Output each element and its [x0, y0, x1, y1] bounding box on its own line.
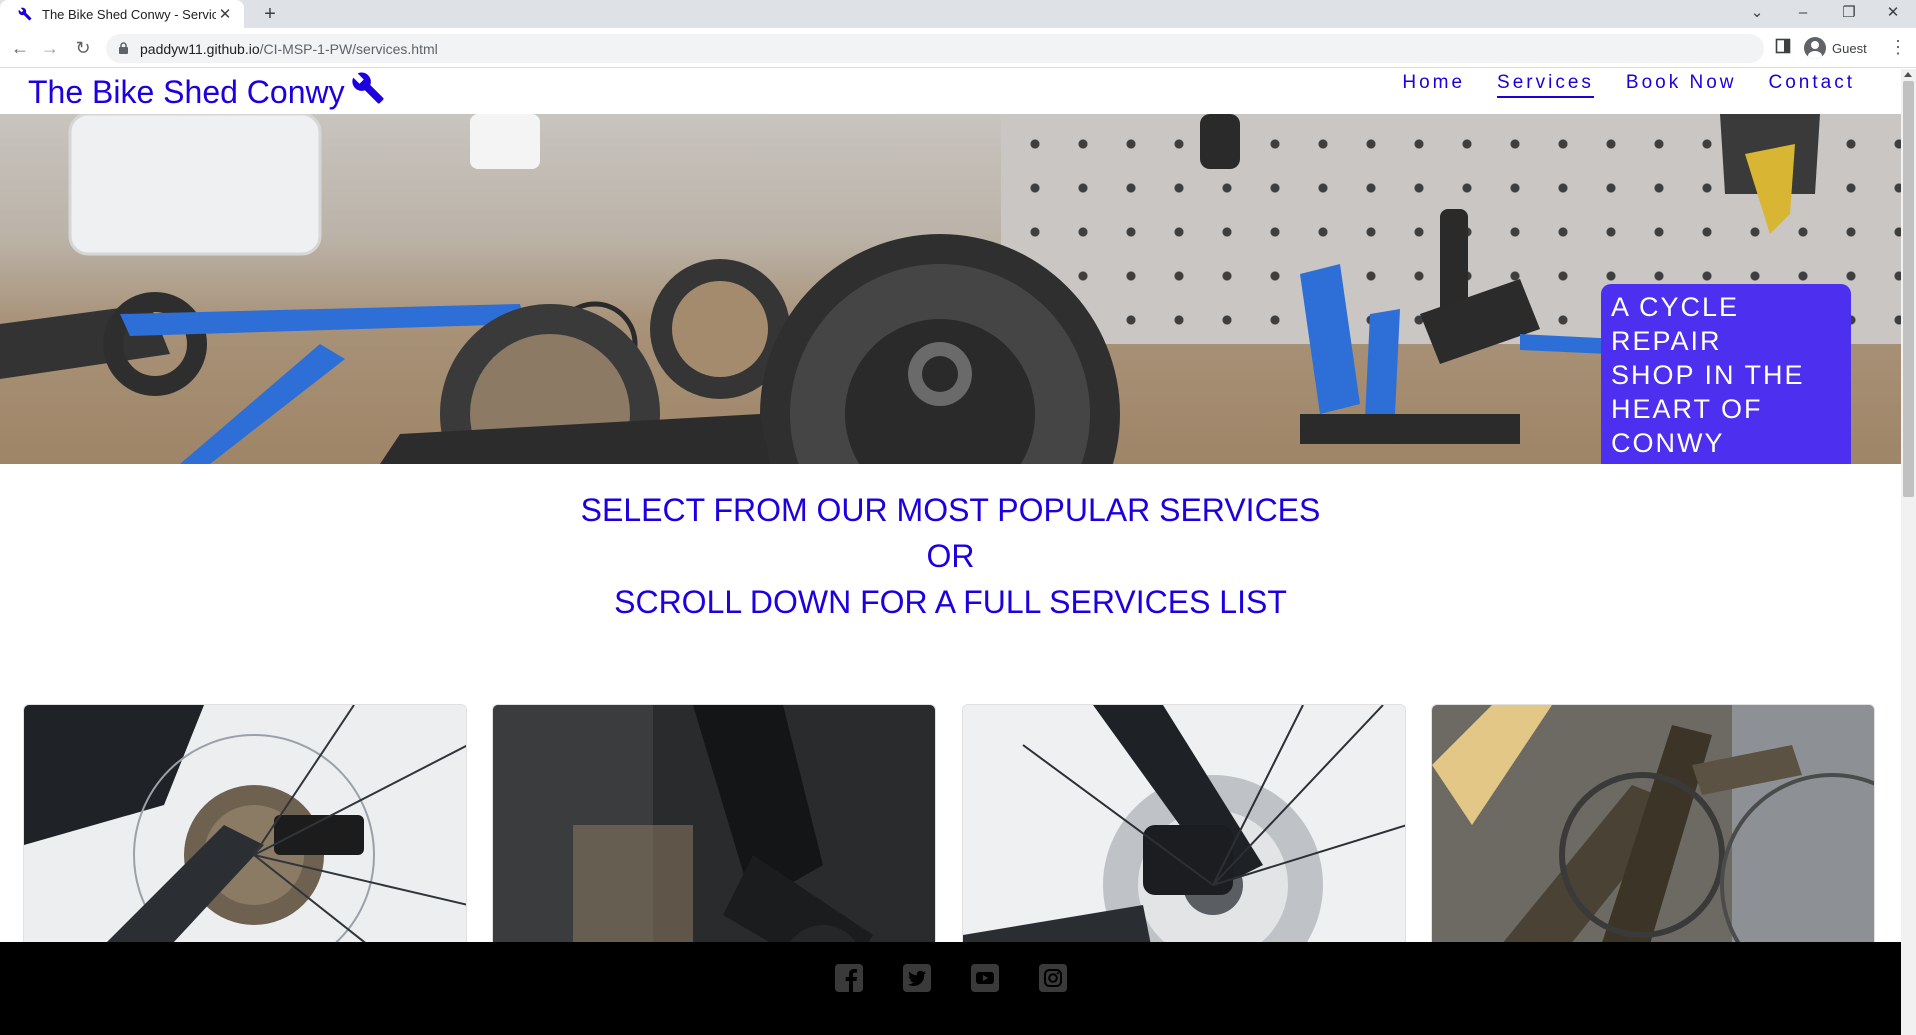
intro-line-1: SELECT FROM OUR MOST POPULAR SERVICES [580, 492, 1321, 528]
intro-line-2: OR [926, 538, 975, 574]
minimize-button[interactable]: – [1780, 0, 1826, 28]
hero-caption-line: A CYCLE REPAIR [1611, 292, 1740, 356]
page-scrollbar[interactable] [1901, 69, 1916, 1035]
hero-caption-line: CONWY [1611, 428, 1725, 458]
hero-caption-line: SHOP IN THE [1611, 360, 1805, 390]
services-intro: SELECT FROM OUR MOST POPULAR SERVICES OR… [0, 487, 1901, 625]
url-text: paddyw11.github.io/CI-MSP-1-PW/services.… [140, 40, 438, 57]
intro-line-3: SCROLL DOWN FOR A FULL SERVICES LIST [614, 584, 1287, 620]
hero-image: A CYCLE REPAIR SHOP IN THE HEART OF CONW… [0, 114, 1901, 464]
tab-title: The Bike Shed Conwy - Services [42, 6, 216, 22]
site-nav: Home Services Book Now Contact [1402, 72, 1855, 98]
side-panel-icon[interactable] [1775, 38, 1795, 58]
nav-book-now[interactable]: Book Now [1626, 72, 1737, 98]
back-button[interactable]: ← [8, 36, 32, 60]
lock-icon [118, 42, 130, 56]
logo-text: The Bike Shed Conwy [28, 73, 345, 110]
new-tab-button[interactable]: + [258, 2, 282, 26]
address-bar[interactable]: paddyw11.github.io/CI-MSP-1-PW/services.… [106, 34, 1764, 63]
nav-contact[interactable]: Contact [1769, 72, 1855, 98]
site-logo[interactable]: The Bike Shed Conwy [28, 71, 385, 113]
page-viewport: The Bike Shed Conwy Home Services Book N… [0, 69, 1916, 1035]
nav-home[interactable]: Home [1402, 72, 1465, 98]
nav-services[interactable]: Services [1497, 72, 1594, 98]
wrench-icon [18, 7, 32, 21]
site-header: The Bike Shed Conwy Home Services Book N… [0, 69, 1901, 114]
profile-label: Guest [1832, 40, 1867, 56]
browser-tab[interactable]: The Bike Shed Conwy - Services ✕ [0, 0, 244, 28]
tab-search-icon[interactable]: ⌄ [1734, 0, 1780, 28]
wrench-icon [351, 71, 385, 113]
more-menu-icon[interactable]: ⋮ [1888, 38, 1908, 58]
scroll-thumb[interactable] [1903, 81, 1914, 497]
social-links [0, 964, 1901, 992]
scroll-up-arrow-icon[interactable] [1904, 72, 1912, 77]
avatar-icon [1804, 37, 1826, 59]
tab-close-icon[interactable]: ✕ [216, 5, 234, 23]
instagram-icon[interactable] [1038, 964, 1067, 992]
twitter-icon[interactable] [902, 964, 931, 992]
close-window-button[interactable]: ✕ [1870, 0, 1916, 28]
hero-caption-line: HEART OF [1611, 394, 1763, 424]
reload-button[interactable]: ↻ [71, 36, 95, 60]
browser-toolbar: ← → ↻ paddyw11.github.io/CI-MSP-1-PW/ser… [0, 28, 1916, 68]
profile-button[interactable]: Guest [1804, 35, 1867, 61]
forward-button[interactable]: → [38, 36, 62, 60]
browser-tabstrip: The Bike Shed Conwy - Services ✕ + ⌄ – ❐… [0, 0, 1916, 28]
site-footer [0, 942, 1901, 1035]
youtube-icon[interactable] [970, 964, 999, 992]
facebook-icon[interactable] [834, 964, 863, 992]
hero-caption: A CYCLE REPAIR SHOP IN THE HEART OF CONW… [1601, 284, 1851, 464]
restore-button[interactable]: ❐ [1826, 0, 1872, 28]
